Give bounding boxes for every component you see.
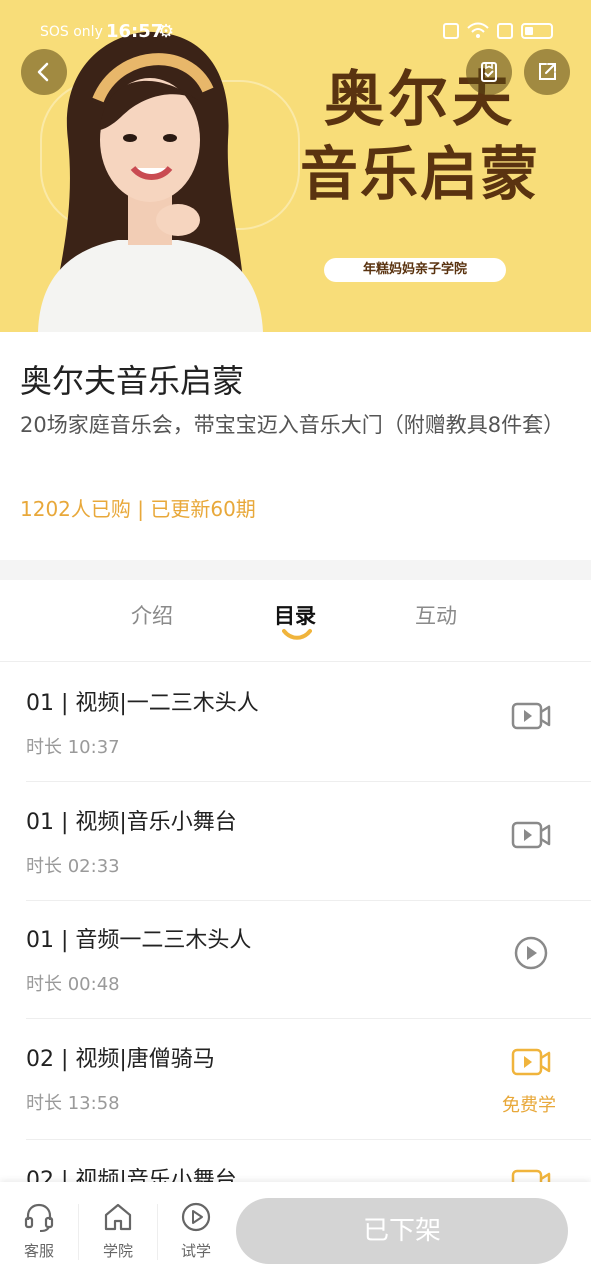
play-circle-icon [510, 936, 552, 970]
bottom-divider [78, 1204, 79, 1260]
status-bar: SOS only 16:57 ⚙ [0, 18, 591, 48]
video-icon [510, 818, 552, 852]
lesson-title: 01 | 视频|音乐小舞台 [26, 810, 237, 835]
wifi-icon [467, 22, 489, 38]
customer-service-button[interactable]: 客服 [9, 1200, 69, 1261]
bottom-action-bar: 客服 学院 试学 已下架 [0, 1182, 591, 1280]
settings-gear-icon: ⚙ [158, 21, 175, 42]
tab-interaction[interactable]: 互动 [415, 600, 457, 630]
active-tab-indicator [282, 629, 312, 640]
back-button[interactable] [21, 49, 67, 95]
save-button[interactable] [466, 49, 512, 95]
course-stats: 1202人已购 | 已更新60期 [20, 497, 256, 521]
share-icon [539, 63, 556, 80]
share-button[interactable] [524, 49, 570, 95]
customer-service-label: 客服 [23, 1242, 54, 1260]
tab-intro[interactable]: 介绍 [131, 600, 173, 630]
lesson-duration: 时长 10:37 [26, 737, 120, 758]
lesson-item[interactable]: 02 | 视频|唐僧骑马 时长 13:58 免费学 [0, 1019, 591, 1140]
lesson-item[interactable]: 01 | 视频|音乐小舞台 时长 02:33 [0, 782, 591, 901]
play-circle-icon [181, 1202, 211, 1232]
lesson-duration: 时长 00:48 [26, 974, 120, 995]
trial-label: 试学 [180, 1242, 211, 1260]
lesson-title: 02 | 视频|唐僧骑马 [26, 1047, 215, 1072]
trial-button[interactable]: 试学 [166, 1200, 226, 1261]
lesson-title: 01 | 视频|一二三木头人 [26, 691, 259, 716]
course-subtitle: 20场家庭音乐会，带宝宝迈入音乐大门（附赠教具8件套） [20, 413, 565, 437]
home-icon [104, 1203, 132, 1231]
banner-title-line2: 音乐启蒙 [299, 140, 540, 208]
headset-icon [24, 1203, 54, 1232]
lesson-item[interactable]: 02 | 视频|音乐小舞台 [0, 1140, 591, 1182]
banner-brand-pill: 年糕妈妈亲子学院 [324, 258, 506, 282]
lesson-duration: 时长 02:33 [26, 856, 120, 877]
academy-button[interactable]: 学院 [88, 1200, 148, 1261]
lesson-item[interactable]: 01 | 视频|一二三木头人 时长 10:37 [0, 663, 591, 782]
unavailable-buy-button[interactable]: 已下架 [236, 1198, 568, 1264]
lesson-duration: 时长 13:58 [26, 1093, 120, 1114]
free-trial-badge[interactable]: 免费学 [502, 1091, 556, 1117]
lesson-title: 02 | 视频|音乐小舞台 [26, 1168, 237, 1182]
chevron-left-icon [37, 62, 49, 82]
battery-icon [521, 23, 553, 39]
tab-catalog[interactable]: 目录 [274, 600, 316, 630]
tab-bar: 介绍 目录 互动 [0, 580, 591, 662]
lesson-title: 01 | 音频一二三木头人 [26, 928, 252, 953]
bookmark-check-icon [481, 62, 497, 82]
course-banner: 奥尔夫 音乐启蒙 年糕妈妈亲子学院 [0, 0, 591, 332]
video-icon [510, 1045, 552, 1079]
video-icon [510, 1166, 552, 1182]
section-divider [0, 560, 591, 580]
status-indicators [443, 22, 553, 40]
status-carrier: SOS only [40, 24, 103, 40]
academy-label: 学院 [102, 1242, 133, 1260]
lesson-item[interactable]: 01 | 音频一二三木头人 时长 00:48 [0, 900, 591, 1019]
nfc-icon [443, 23, 459, 39]
alert-icon [497, 23, 513, 39]
bottom-divider [157, 1204, 158, 1260]
video-icon [510, 699, 552, 733]
status-time: 16:57 [106, 21, 164, 42]
course-title: 奥尔夫音乐启蒙 [20, 362, 245, 400]
